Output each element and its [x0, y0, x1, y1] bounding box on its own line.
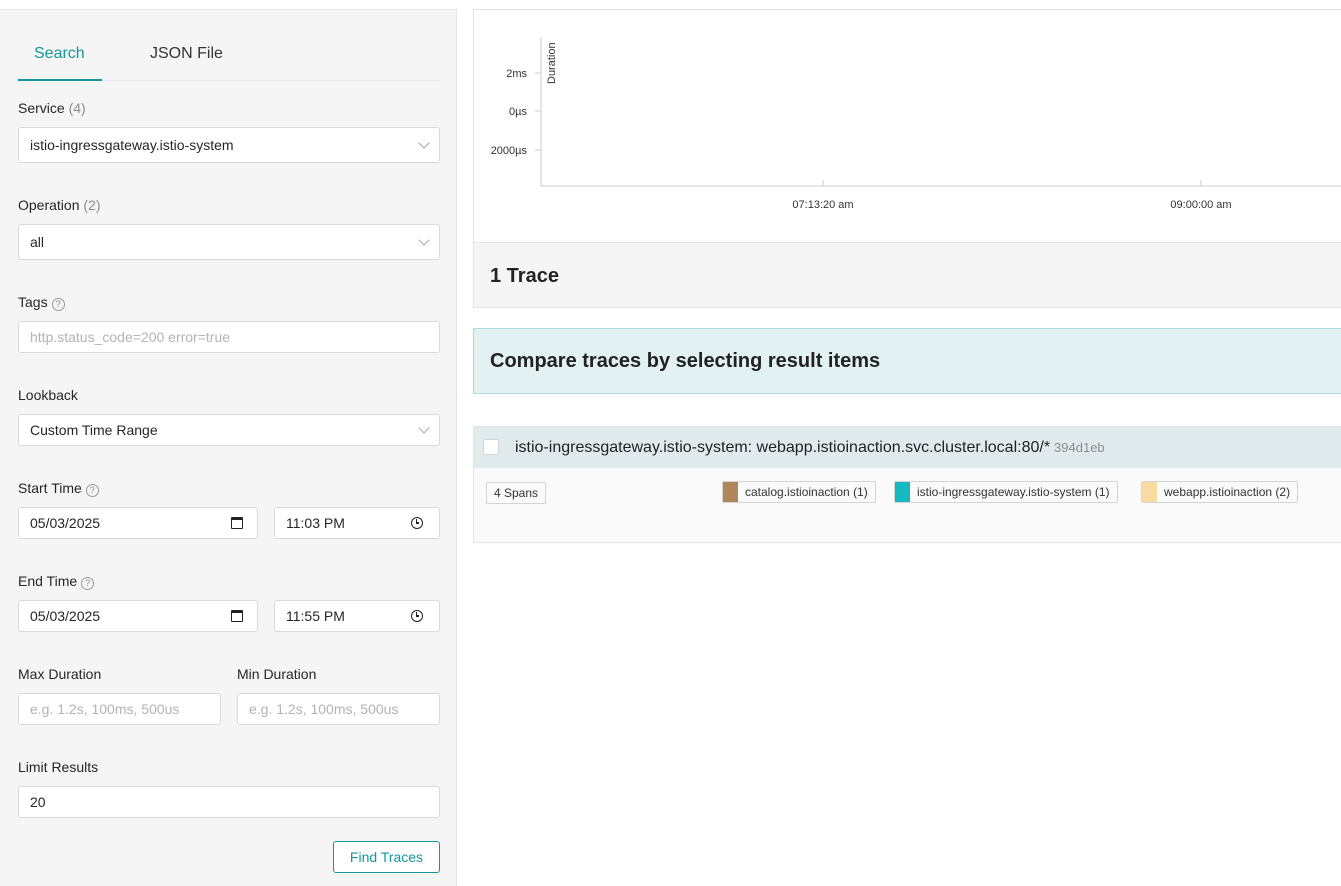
x-tick-label: 07:13:20 am	[792, 199, 853, 211]
chevron-down-icon	[418, 234, 430, 246]
trace-title: istio-ingressgateway.istio-system: webap…	[515, 439, 1051, 456]
service-tag: catalog.istioinaction (1)	[722, 481, 876, 503]
y-tick-label: 2000µs	[491, 145, 528, 157]
x-tick-label: 09:00:00 am	[1170, 199, 1231, 211]
service-tag: istio-ingressgateway.istio-system (1)	[894, 481, 1118, 503]
end-date-value: 05/03/2025	[30, 608, 101, 624]
end-time-label: End Time?	[18, 573, 95, 590]
min-duration-input[interactable]: e.g. 1.2s, 100ms, 500us	[237, 693, 440, 725]
service-tag-label: istio-ingressgateway.istio-system (1)	[917, 485, 1110, 499]
search-panel: Search JSON File Service (4) istio-ingre…	[0, 9, 457, 886]
compare-banner-text: Compare traces by selecting result items	[490, 350, 881, 372]
service-select[interactable]: istio-ingressgateway.istio-system	[18, 127, 440, 163]
service-color-swatch	[895, 482, 910, 502]
service-select-value: istio-ingressgateway.istio-system	[30, 137, 234, 153]
service-label: Service (4)	[18, 100, 86, 116]
start-time-value: 11:03 PM	[286, 515, 345, 531]
min-duration-label: Min Duration	[237, 666, 317, 682]
tags-input[interactable]: http.status_code=200 error=true	[18, 321, 440, 353]
limit-results-value: 20	[30, 794, 46, 810]
operation-label-text: Operation	[18, 197, 80, 213]
service-count: (4)	[68, 100, 86, 116]
help-icon[interactable]: ?	[51, 298, 65, 311]
end-date-input[interactable]: 05/03/2025	[18, 600, 258, 632]
trace-id: 394d1eb	[1054, 440, 1105, 455]
calendar-icon[interactable]	[231, 610, 243, 622]
service-tag-label: catalog.istioinaction (1)	[745, 485, 868, 499]
lookback-label: Lookback	[18, 387, 78, 403]
trace-result-item[interactable]: istio-ingressgateway.istio-system: webap…	[473, 426, 1341, 543]
tags-label: Tags?	[18, 294, 65, 311]
y-axis-title: Duration	[546, 42, 558, 84]
start-time-label: Start Time?	[18, 480, 99, 497]
start-date-value: 05/03/2025	[30, 515, 101, 531]
clock-icon[interactable]	[411, 517, 423, 529]
operation-count: (2)	[83, 197, 101, 213]
calendar-icon[interactable]	[231, 517, 243, 529]
trace-select-checkbox[interactable]	[483, 439, 499, 455]
end-time-label-text: End Time	[18, 573, 78, 589]
operation-select[interactable]: all	[18, 224, 440, 260]
find-traces-button[interactable]: Find Traces	[333, 841, 440, 873]
y-tick-label: 2ms	[506, 68, 527, 80]
operation-select-value: all	[30, 234, 45, 250]
start-time-input[interactable]: 11:03 PM	[274, 507, 440, 539]
lookback-select-value: Custom Time Range	[30, 422, 158, 438]
min-duration-placeholder: e.g. 1.2s, 100ms, 500us	[249, 701, 399, 717]
trace-scatter-chart: Duration 2ms 0µs 2000µs 07:13:20 am 09:0…	[473, 9, 1341, 242]
start-date-input[interactable]: 05/03/2025	[18, 507, 258, 539]
service-tag: webapp.istioinaction (2)	[1141, 481, 1299, 503]
help-icon[interactable]: ?	[81, 577, 95, 590]
tags-placeholder: http.status_code=200 error=true	[30, 329, 231, 345]
max-duration-label: Max Duration	[18, 666, 102, 682]
service-color-swatch	[723, 482, 738, 502]
clock-icon[interactable]	[411, 610, 423, 622]
limit-results-label: Limit Results	[18, 759, 99, 775]
service-color-swatch	[1142, 482, 1157, 502]
tags-label-text: Tags	[18, 294, 48, 310]
service-label-text: Service	[18, 100, 65, 116]
end-time-input[interactable]: 11:55 PM	[274, 600, 440, 632]
trace-result-header[interactable]: istio-ingressgateway.istio-system: webap…	[474, 427, 1341, 468]
limit-results-input[interactable]: 20	[18, 786, 440, 818]
span-count-badge: 4 Spans	[486, 482, 547, 504]
compare-banner: Compare traces by selecting result items	[473, 328, 1341, 394]
tab-search[interactable]: Search	[34, 45, 85, 63]
search-tabs: Search JSON File	[18, 10, 440, 81]
max-duration-placeholder: e.g. 1.2s, 100ms, 500us	[30, 701, 180, 717]
max-duration-input[interactable]: e.g. 1.2s, 100ms, 500us	[18, 693, 221, 725]
chevron-down-icon	[418, 422, 430, 434]
operation-label: Operation (2)	[18, 197, 101, 213]
end-time-value: 11:55 PM	[286, 608, 345, 624]
start-time-label-text: Start Time	[18, 480, 82, 496]
tab-json-file[interactable]: JSON File	[150, 45, 223, 63]
y-tick-label: 0µs	[509, 106, 527, 118]
help-icon[interactable]: ?	[85, 484, 99, 497]
chart-svg: Duration 2ms 0µs 2000µs 07:13:20 am 09:0…	[491, 37, 1341, 211]
trace-title-link[interactable]: istio-ingressgateway.istio-system: webap…	[515, 439, 1105, 457]
lookback-select[interactable]: Custom Time Range	[18, 414, 440, 446]
active-tab-indicator	[18, 79, 102, 81]
trace-count-header: 1 Trace	[473, 242, 1341, 308]
chevron-down-icon	[418, 137, 430, 149]
trace-count-title: 1 Trace	[490, 265, 559, 287]
service-tag-label: webapp.istioinaction (2)	[1164, 485, 1291, 499]
